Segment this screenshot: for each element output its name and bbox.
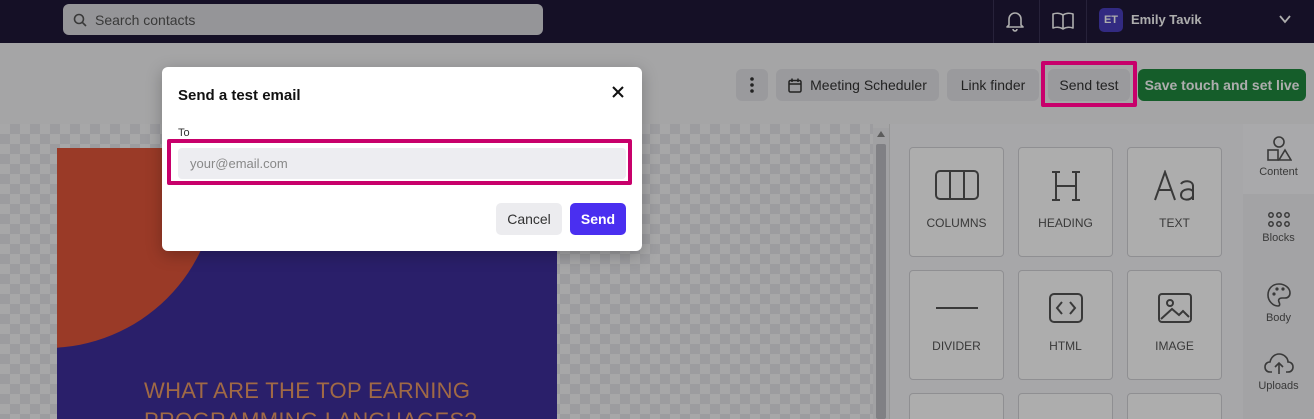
close-icon[interactable] — [609, 83, 627, 101]
cancel-button[interactable]: Cancel — [496, 203, 562, 235]
send-test-email-dialog: Send a test email To Cancel Send — [162, 67, 642, 251]
send-button[interactable]: Send — [570, 203, 626, 235]
to-field-label: To — [178, 127, 190, 139]
dialog-title: Send a test email — [178, 87, 301, 104]
to-email-input[interactable] — [178, 148, 626, 179]
